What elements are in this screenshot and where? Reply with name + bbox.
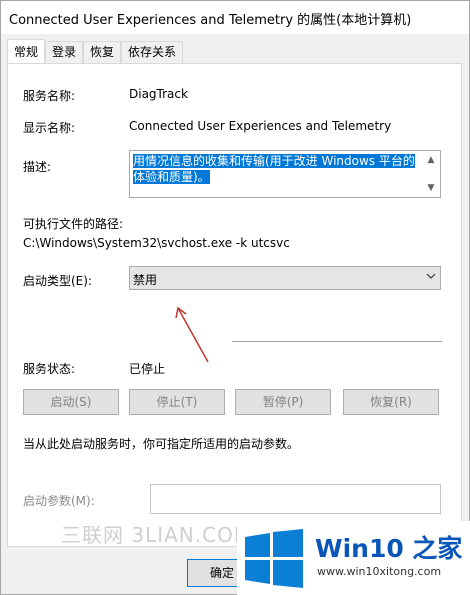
tab-logon[interactable]: 登录 [45, 41, 84, 63]
logo-title: Win10 之家 [315, 534, 463, 563]
divider [232, 341, 442, 342]
chevron-down-icon [426, 271, 436, 284]
logo-url: www.win10xitong.com [317, 565, 442, 578]
scroll-down-icon[interactable]: ▼ [424, 181, 438, 195]
general-panel: 服务名称: DiagTrack 显示名称: Connected User Exp… [7, 63, 462, 547]
window-title: Connected User Experiences and Telemetry… [9, 13, 412, 28]
start-params-hint: 当从此处启动服务时，你可指定所适用的启动参数。 [23, 437, 300, 451]
exec-path-value: C:\Windows\System32\svchost.exe -k utcsv… [23, 236, 290, 250]
annotation-arrow-icon [175, 306, 209, 363]
service-name-value: DiagTrack [129, 87, 188, 101]
startup-type-select[interactable]: 禁用 [129, 266, 441, 290]
pause-button[interactable]: 暂停(P) [235, 389, 331, 415]
watermark-text: 三联网 3LIAN.COM [61, 523, 253, 547]
resume-button[interactable]: 恢复(R) [343, 389, 439, 415]
tab-strip: 常规 登录 恢复 依存关系 [7, 39, 184, 63]
properties-window: Connected User Experiences and Telemetry… [0, 0, 470, 595]
stop-button[interactable]: 停止(T) [129, 389, 225, 415]
service-status-value: 已停止 [129, 362, 166, 376]
description-text: 用情况信息的收集和传输(用于改进 Windows 平台的体验和质量)。 [133, 153, 418, 185]
service-status-label: 服务状态: [23, 362, 76, 376]
start-params-input[interactable] [150, 484, 441, 514]
service-name-label: 服务名称: [23, 89, 76, 103]
tab-general[interactable]: 常规 [7, 39, 46, 63]
display-name-label: 显示名称: [23, 121, 76, 135]
tab-dependencies[interactable]: 依存关系 [121, 41, 184, 63]
start-button[interactable]: 启动(S) [23, 389, 119, 415]
description-selection: 用情况信息的收集和传输(用于改进 Windows 平台的体验和质量)。 [133, 154, 415, 184]
win10-logo: Win10 之家 www.win10xitong.com [237, 521, 470, 595]
scroll-up-icon[interactable]: ▲ [424, 153, 438, 167]
description-box[interactable]: 用情况信息的收集和传输(用于改进 Windows 平台的体验和质量)。 ▲ ▼ [129, 150, 441, 198]
display-name-value: Connected User Experiences and Telemetry [129, 119, 392, 133]
startup-type-value: 禁用 [133, 273, 158, 287]
start-params-label: 启动参数(M): [23, 494, 95, 508]
description-label: 描述: [23, 160, 52, 174]
startup-type-label: 启动类型(E): [23, 274, 92, 288]
exec-path-label: 可执行文件的路径: [23, 217, 124, 231]
windows-logo-icon [245, 529, 303, 588]
title-bar: Connected User Experiences and Telemetry… [1, 1, 469, 34]
tab-recovery[interactable]: 恢复 [83, 41, 122, 63]
